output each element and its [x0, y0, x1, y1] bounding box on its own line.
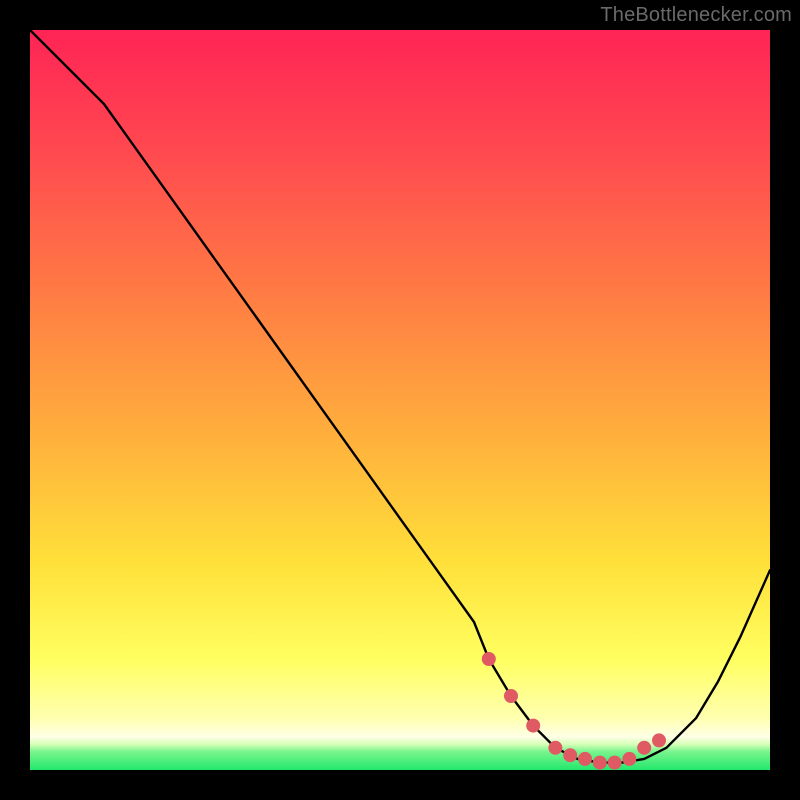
- bottleneck-curve: [30, 30, 770, 770]
- optimal-marker: [608, 756, 622, 770]
- optimal-marker: [637, 741, 651, 755]
- optimal-marker: [563, 748, 577, 762]
- optimal-marker: [652, 733, 666, 747]
- optimal-marker: [548, 741, 562, 755]
- optimal-marker: [578, 752, 592, 766]
- plot-area: [30, 30, 770, 770]
- optimal-marker: [504, 689, 518, 703]
- chart-frame: TheBottlenecker.com: [0, 0, 800, 800]
- optimal-marker: [593, 756, 607, 770]
- optimal-marker: [526, 719, 540, 733]
- optimal-marker: [622, 752, 636, 766]
- optimal-marker: [482, 652, 496, 666]
- watermark-text: TheBottlenecker.com: [600, 4, 792, 27]
